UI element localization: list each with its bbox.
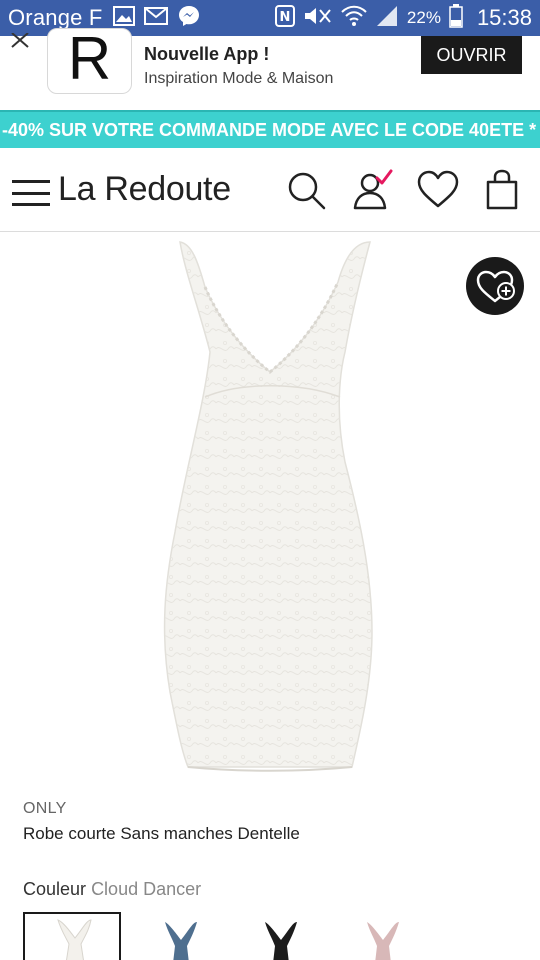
banner-title: Nouvelle App !	[144, 44, 270, 64]
promo-banner[interactable]: -40% SUR VOTRE COMMANDE MODE AVEC LE COD…	[0, 110, 540, 148]
color-row: Couleur Cloud Dancer	[23, 879, 201, 900]
banner-subtitle: Inspiration Mode & Maison	[144, 70, 334, 87]
system-icons: N 22% 15:38	[274, 3, 532, 33]
clock: 15:38	[476, 5, 532, 30]
color-value: Cloud Dancer	[91, 879, 202, 899]
nfc-icon: N	[274, 4, 295, 32]
svg-text:N: N	[279, 10, 290, 25]
product-brand[interactable]: ONLY	[23, 800, 67, 818]
signal-icon	[375, 5, 399, 32]
swatch-cloud-dancer[interactable]	[23, 912, 121, 960]
mail-icon	[143, 6, 168, 30]
color-swatches	[23, 912, 523, 960]
add-to-wishlist-button[interactable]	[466, 257, 524, 315]
bag-icon[interactable]	[482, 168, 526, 212]
app-install-banner: R Nouvelle App ! Inspiration Mode & Mais…	[0, 28, 540, 110]
swatch-rose[interactable]	[333, 912, 431, 960]
app-icon: R	[47, 28, 132, 94]
white-lace-dress	[163, 241, 373, 772]
swatch-noir[interactable]	[231, 912, 329, 960]
screen: Orange F N 22% 15:38 R Nouvelle App ! In…	[0, 0, 540, 960]
wifi-icon	[341, 5, 367, 32]
open-app-button[interactable]: OUVRIR	[421, 36, 522, 74]
battery-icon	[449, 3, 463, 33]
wishlist-icon[interactable]	[416, 168, 460, 212]
messenger-icon	[177, 4, 201, 33]
promo-text: -40% SUR VOTRE COMMANDE MODE AVEC LE COD…	[2, 119, 537, 140]
close-icon[interactable]	[10, 30, 30, 54]
product-image-area[interactable]	[0, 232, 540, 792]
battery-percent: 22%	[406, 8, 441, 27]
app-icon-letter: R	[67, 25, 112, 92]
account-icon[interactable]	[350, 168, 394, 212]
swatch-denim[interactable]	[131, 912, 229, 960]
site-header: La Redoute	[0, 148, 540, 232]
site-logo[interactable]: La Redoute	[58, 170, 231, 209]
heart-plus-icon	[476, 270, 515, 303]
gallery-icon	[112, 5, 135, 31]
mute-icon	[303, 5, 333, 32]
color-label: Couleur	[23, 879, 87, 899]
menu-icon[interactable]	[12, 180, 50, 206]
product-title: Robe courte Sans manches Dentelle	[23, 824, 300, 843]
search-icon[interactable]	[284, 168, 328, 212]
